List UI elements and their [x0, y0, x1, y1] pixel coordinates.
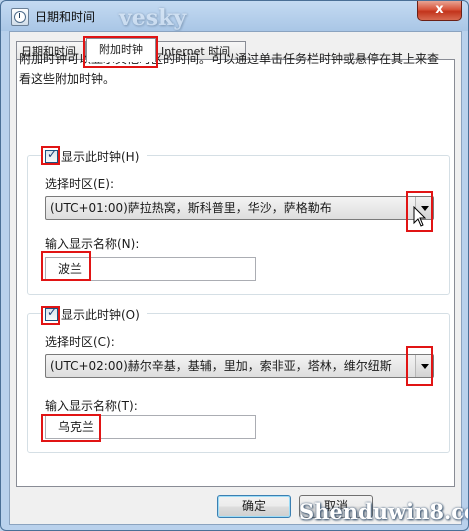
- clock1-show-checkbox[interactable]: 显示此时钟(H): [43, 147, 147, 166]
- clock-icon: [11, 8, 29, 26]
- clock2-show-label: 显示此时钟(O): [61, 308, 140, 322]
- title-bar[interactable]: 日期和时间 x: [1, 1, 468, 31]
- ok-button[interactable]: 确定: [217, 495, 291, 518]
- clock1-timezone-select[interactable]: (UTC+01:00)萨拉热窝，斯科普里，华沙，萨格勒布: [45, 196, 434, 220]
- clock1-timezone-value: (UTC+01:00)萨拉热窝，斯科普里，华沙，萨格勒布: [50, 201, 332, 215]
- watermark-bottom: Shenduwin8.com: [299, 499, 468, 524]
- tab-additional-clocks[interactable]: 附加时钟: [86, 38, 156, 62]
- clock2-timezone-value: (UTC+02:00)赫尔辛基，基辅，里加，索非亚，塔林，维尔纽斯: [50, 359, 392, 373]
- mouse-cursor-icon: [413, 206, 427, 227]
- close-button[interactable]: x: [417, 1, 462, 21]
- clock2-checkbox-box[interactable]: [45, 305, 58, 321]
- clock2-name-input[interactable]: 乌克兰: [45, 415, 256, 439]
- date-time-dialog: 日期和时间 x vesky 日期和时间 附加时钟 Internet 时间 附加时…: [0, 0, 469, 531]
- clock1-name-label: 输入显示名称(N):: [45, 237, 140, 251]
- clock2-show-checkbox[interactable]: 显示此时钟(O): [43, 305, 147, 324]
- clock2-name-label: 输入显示名称(T):: [45, 399, 138, 413]
- clock1-timezone-label: 选择时区(E):: [45, 177, 114, 191]
- clock2-timezone-select[interactable]: (UTC+02:00)赫尔辛基，基辅，里加，索非亚，塔林，维尔纽斯: [45, 354, 434, 378]
- window-title: 日期和时间: [35, 10, 96, 24]
- clock1-show-label: 显示此时钟(H): [61, 150, 140, 164]
- watermark-top: vesky: [119, 5, 187, 31]
- clock1-checkbox-box[interactable]: [45, 147, 58, 163]
- clock2-timezone-label: 选择时区(C):: [45, 335, 115, 349]
- clock1-name-input[interactable]: 波兰: [45, 257, 256, 281]
- description-text: 附加时钟可以显示其他时区的时间。可以通过单击任务栏时钟或悬停在其上来查看这些附加…: [19, 52, 440, 86]
- chevron-down-icon[interactable]: [415, 355, 433, 377]
